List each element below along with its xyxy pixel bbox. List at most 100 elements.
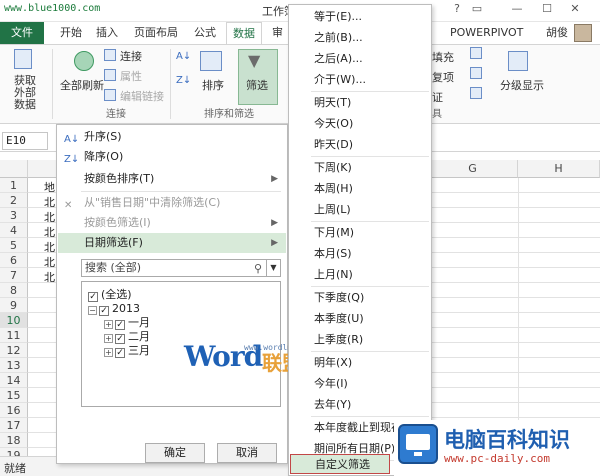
date-tomorrow-item[interactable]: 明天(T) [290, 93, 430, 113]
row-header-7[interactable]: 7 [0, 268, 28, 283]
row-header-2[interactable]: 2 [0, 193, 28, 208]
date-next-quarter-item[interactable]: 下季度(Q) [290, 288, 430, 308]
expand-icon[interactable]: + [104, 348, 113, 357]
consolidate-icon[interactable] [470, 87, 482, 99]
tab-page-layout[interactable]: 页面布局 [128, 22, 184, 44]
date-between-item[interactable]: 介于(W)... [290, 70, 430, 90]
checkbox-checked-icon: ✓ [99, 306, 109, 316]
remove-duplicates-button[interactable]: 复项 [432, 69, 454, 85]
checkbox-checked-icon: ✓ [115, 334, 125, 344]
filter-search-input[interactable]: 搜索 (全部) ⚲ ▼ [81, 259, 281, 277]
status-ready: 就绪 [4, 462, 26, 475]
row-header-14[interactable]: 14 [0, 373, 28, 388]
select-all-checkbox[interactable]: ✓ (全选) [88, 288, 132, 302]
date-yesterday-item[interactable]: 昨天(D) [290, 135, 430, 155]
get-external-data-button[interactable]: 获取 外部数据 [14, 75, 44, 111]
relationships-icon[interactable] [470, 67, 482, 79]
month-2-node[interactable]: + ✓ 二月 [104, 330, 150, 344]
date-this-week-item[interactable]: 本周(H) [290, 179, 430, 199]
tab-powerpivot[interactable]: POWERPIVOT [444, 22, 529, 44]
year-2013-node[interactable]: − ✓ 2013 [88, 302, 140, 316]
what-if-icon[interactable] [470, 47, 482, 59]
properties-button[interactable]: 属性 [120, 68, 142, 84]
row-header-10[interactable]: 10 [0, 313, 28, 328]
connections-button[interactable]: 连接 [120, 48, 142, 64]
sort-button[interactable]: 排序 [202, 77, 224, 93]
row-header-6[interactable]: 6 [0, 253, 28, 268]
tab-review[interactable]: 审阅 [266, 22, 288, 44]
chevron-down-icon[interactable]: ▼ [266, 260, 280, 276]
date-next-month-item[interactable]: 下月(M) [290, 223, 430, 243]
edit-links-button[interactable]: 编辑链接 [120, 88, 164, 104]
properties-icon [104, 69, 116, 81]
row-header-8[interactable]: 8 [0, 283, 28, 298]
sort-descending-item[interactable]: Z↓ 降序(O) [58, 147, 286, 167]
tab-file[interactable]: 文件 [0, 22, 44, 44]
refresh-all-button[interactable]: 全部刷新 [60, 77, 104, 93]
sort-az-icon[interactable]: A↓ [176, 51, 191, 62]
column-header-g[interactable]: G [428, 160, 518, 178]
date-last-quarter-item[interactable]: 上季度(R) [290, 330, 430, 350]
sort-za-icon[interactable]: Z↓ [176, 75, 191, 86]
date-last-month-item[interactable]: 上月(N) [290, 265, 430, 285]
row-header-3[interactable]: 3 [0, 208, 28, 223]
date-last-week-item[interactable]: 上周(L) [290, 200, 430, 220]
data-validation-button[interactable]: 证 [432, 89, 443, 105]
row-header-9[interactable]: 9 [0, 298, 28, 313]
sort-by-color-item[interactable]: 按颜色排序(T) ▶ [58, 169, 286, 189]
filter-button[interactable]: 筛选 [246, 77, 268, 93]
date-this-quarter-item[interactable]: 本季度(U) [290, 309, 430, 329]
close-button[interactable]: ✕ [568, 2, 582, 16]
date-next-week-item[interactable]: 下周(K) [290, 158, 430, 178]
row-header-4[interactable]: 4 [0, 223, 28, 238]
row-header-11[interactable]: 11 [0, 328, 28, 343]
expand-icon[interactable]: + [104, 320, 113, 329]
tab-insert[interactable]: 插入 [90, 22, 124, 44]
ribbon-display-button[interactable]: ▭ [470, 2, 484, 16]
row-header-13[interactable]: 13 [0, 358, 28, 373]
date-before-item[interactable]: 之前(B)... [290, 28, 430, 48]
column-header-h[interactable]: H [518, 160, 600, 178]
custom-filter-item[interactable]: 自定义筛选(F)... [290, 454, 390, 474]
row-header-17[interactable]: 17 [0, 418, 28, 433]
date-last-year-item[interactable]: 去年(Y) [290, 395, 430, 415]
group-outline-button[interactable]: 分级显示 [500, 77, 544, 93]
tab-data[interactable]: 数据 [226, 22, 262, 44]
row-header-1[interactable]: 1 [0, 178, 28, 193]
date-today-item[interactable]: 今天(O) [290, 114, 430, 134]
minimize-button[interactable]: — [510, 2, 524, 16]
select-all-corner[interactable] [0, 160, 28, 178]
collapse-icon[interactable]: − [88, 306, 97, 315]
date-equals-item[interactable]: 等于(E)... [290, 7, 430, 27]
clear-filter-item[interactable]: ✕ 从"销售日期"中清除筛选(C) [58, 193, 286, 213]
date-filters-item[interactable]: 日期筛选(F) ▶ [58, 233, 286, 253]
expand-icon[interactable]: + [104, 334, 113, 343]
row-header-16[interactable]: 16 [0, 403, 28, 418]
filter-by-color-item[interactable]: 按颜色筛选(I) ▶ [58, 213, 286, 233]
user-name[interactable]: 胡俊 [540, 22, 574, 44]
flash-fill-button[interactable]: 填充 [432, 49, 454, 65]
date-next-year-item[interactable]: 明年(X) [290, 353, 430, 373]
help-button[interactable]: ? [450, 2, 464, 16]
checkbox-checked-icon: ✓ [115, 348, 125, 358]
cancel-button[interactable]: 取消 [217, 443, 277, 463]
row-header-15[interactable]: 15 [0, 388, 28, 403]
month-1-node[interactable]: + ✓ 一月 [104, 316, 150, 330]
date-after-item[interactable]: 之后(A)... [290, 49, 430, 69]
maximize-button[interactable]: ☐ [540, 2, 554, 16]
connections-icon [104, 49, 116, 61]
avatar[interactable] [574, 24, 592, 42]
date-this-month-item[interactable]: 本月(S) [290, 244, 430, 264]
tab-home[interactable]: 开始 [54, 22, 88, 44]
ok-button[interactable]: 确定 [145, 443, 205, 463]
date-this-year-item[interactable]: 今年(I) [290, 374, 430, 394]
row-header-12[interactable]: 12 [0, 343, 28, 358]
row-header-5[interactable]: 5 [0, 238, 28, 253]
month-3-node[interactable]: + ✓ 三月 [104, 344, 150, 358]
row-header-18[interactable]: 18 [0, 433, 28, 448]
sort-icon [200, 51, 222, 71]
tab-formulas[interactable]: 公式 [188, 22, 222, 44]
sort-ascending-item[interactable]: A↓ 升序(S) [58, 127, 286, 147]
name-box[interactable]: E10 [2, 132, 48, 150]
date-filter-submenu: 等于(E)... 之前(B)... 之后(A)... 介于(W)... 明天(T… [288, 4, 432, 476]
